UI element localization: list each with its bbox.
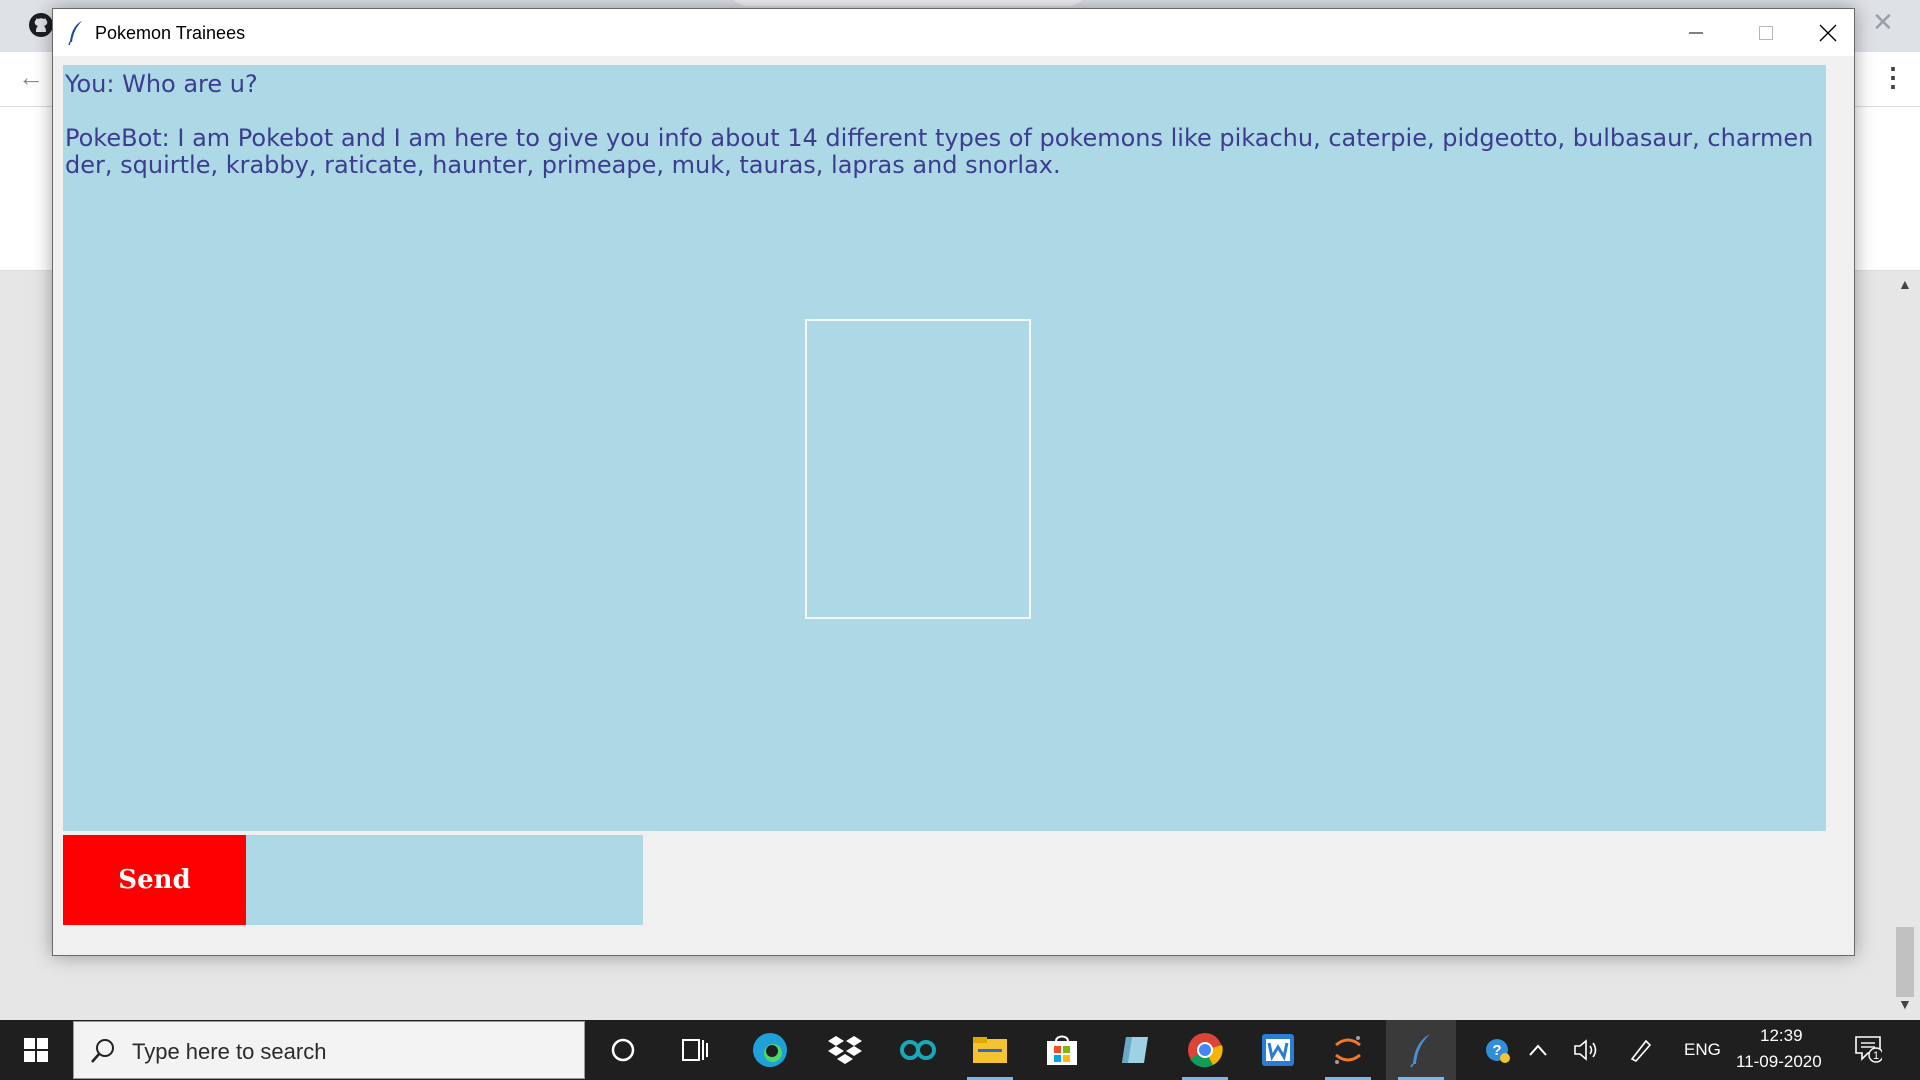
file-explorer-button[interactable] (955, 1020, 1025, 1080)
arduino-button[interactable] (883, 1020, 953, 1080)
pen-icon (1630, 1039, 1652, 1062)
dropbox-button[interactable] (810, 1020, 880, 1080)
maximize-icon (1759, 25, 1773, 40)
python-tk-button[interactable] (1386, 1020, 1456, 1080)
chrome-icon (1188, 1033, 1223, 1068)
github-icon (29, 13, 53, 37)
file-explorer-icon (973, 1037, 1007, 1063)
arduino-icon (900, 1040, 936, 1060)
chat-log[interactable]: You: Who are u? PokeBot: I am Pokebot an… (63, 65, 1826, 831)
minimize-icon (1689, 32, 1703, 33)
help-tray-button[interactable]: ? (1483, 1036, 1511, 1064)
notification-count: 1 (1872, 1050, 1880, 1062)
message-input[interactable] (246, 835, 643, 925)
browser-tab[interactable] (728, 0, 1088, 6)
scrollbar-thumb[interactable] (1896, 927, 1914, 997)
pokemon-image-frame (805, 319, 1031, 619)
jupyter-button[interactable] (1313, 1020, 1383, 1080)
minimize-button[interactable] (1661, 9, 1731, 56)
title-bar[interactable]: Pokemon Trainees (53, 9, 1854, 56)
windows-icon (24, 1038, 48, 1062)
back-arrow-icon[interactable]: ← (18, 62, 44, 92)
notes-button[interactable] (1100, 1020, 1170, 1080)
volume-button[interactable] (1572, 1036, 1600, 1064)
browser-close-icon[interactable]: ✕ (1872, 8, 1894, 36)
search-placeholder: Type here to search (132, 1039, 327, 1064)
help-icon: ? (1486, 1039, 1510, 1063)
word-button[interactable] (1243, 1020, 1313, 1080)
clock-time[interactable]: 12:39 (1760, 1026, 1803, 1046)
dropbox-icon (828, 1036, 862, 1064)
app-window: Pokemon Trainees You: Who are u? PokeBot… (52, 8, 1855, 956)
clock-date[interactable]: 11-09-2020 (1736, 1052, 1822, 1072)
show-hidden-icons-button[interactable] (1524, 1036, 1552, 1064)
notes-icon (1122, 1037, 1148, 1063)
edge-button[interactable] (735, 1020, 805, 1080)
pen-tray-button[interactable] (1627, 1036, 1655, 1064)
scroll-down-icon[interactable]: ▼ (1898, 996, 1912, 1012)
chrome-button[interactable] (1170, 1020, 1240, 1080)
send-button[interactable]: Send (63, 835, 246, 925)
chat-message-bot: PokeBot: I am Pokebot and I am here to g… (65, 124, 1814, 179)
window-title: Pokemon Trainees (95, 23, 246, 43)
language-indicator[interactable]: ENG (1684, 1040, 1721, 1060)
speaker-icon (1574, 1039, 1597, 1061)
cortana-button[interactable] (588, 1020, 658, 1080)
store-icon (1047, 1035, 1077, 1065)
store-button[interactable] (1027, 1020, 1097, 1080)
word-icon (1262, 1034, 1294, 1066)
svg-text:?: ? (1492, 1042, 1501, 1059)
close-button[interactable] (1801, 9, 1854, 56)
chat-message-user: You: Who are u? (65, 70, 258, 98)
feather-icon (68, 21, 82, 46)
taskbar-search[interactable]: Type here to search (73, 1021, 585, 1079)
chevron-up-icon (1529, 1044, 1547, 1056)
feather-icon (1410, 1034, 1430, 1068)
close-icon (1819, 24, 1836, 41)
taskbar: Type here to search ? ENG 12:39 11-09-20… (0, 1020, 1920, 1080)
action-center-button[interactable]: 1 (1854, 1034, 1882, 1063)
search-icon (91, 1039, 114, 1063)
maximize-button[interactable] (1731, 9, 1801, 56)
edge-icon (753, 1033, 787, 1067)
task-view-button[interactable] (660, 1020, 730, 1080)
task-view-icon (682, 1039, 708, 1061)
scroll-up-icon[interactable]: ▲ (1898, 276, 1912, 292)
kebab-menu-icon[interactable]: ⋮ (1880, 62, 1906, 92)
start-button[interactable] (0, 1020, 72, 1080)
cortana-icon (611, 1038, 635, 1062)
jupyter-icon (1335, 1036, 1361, 1064)
